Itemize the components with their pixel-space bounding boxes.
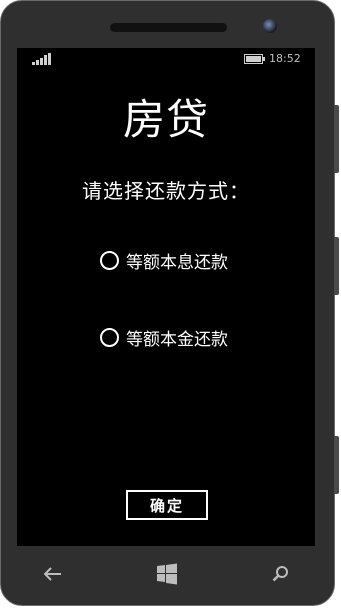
radio-equal-installment[interactable]: 等额本息还款	[100, 249, 228, 273]
radio-button-icon[interactable]	[100, 327, 119, 347]
confirm-button[interactable]: 确定	[126, 490, 208, 520]
app-screen: 18:52 房贷 请选择还款方式： 等额本息还款 等额本金还款 确定	[17, 48, 315, 546]
radio-equal-principal[interactable]: 等额本金还款	[100, 326, 228, 350]
back-icon	[44, 567, 61, 581]
volume-button	[334, 105, 339, 173]
search-icon	[272, 566, 288, 582]
back-button[interactable]	[41, 562, 65, 586]
status-time: 18:52	[269, 52, 301, 65]
status-bar: 18:52	[17, 48, 315, 70]
battery-icon	[244, 54, 265, 64]
power-button	[334, 237, 339, 295]
radio-label: 等额本金还款	[126, 329, 228, 350]
front-camera	[263, 19, 277, 33]
radio-label: 等额本息还款	[126, 252, 228, 273]
search-button[interactable]	[269, 562, 293, 586]
start-button[interactable]	[155, 562, 179, 586]
radio-button-icon[interactable]	[100, 250, 119, 270]
earpiece-speaker	[110, 23, 227, 32]
repayment-prompt: 请选择还款方式：	[82, 179, 250, 203]
windows-start-icon	[157, 563, 177, 585]
hardware-nav-bar	[1, 548, 336, 600]
page-title: 房贷	[122, 95, 209, 144]
camera-button	[334, 436, 339, 494]
signal-icon	[32, 53, 51, 65]
phone-frame: 18:52 房贷 请选择还款方式： 等额本息还款 等额本金还款 确定	[0, 0, 339, 606]
